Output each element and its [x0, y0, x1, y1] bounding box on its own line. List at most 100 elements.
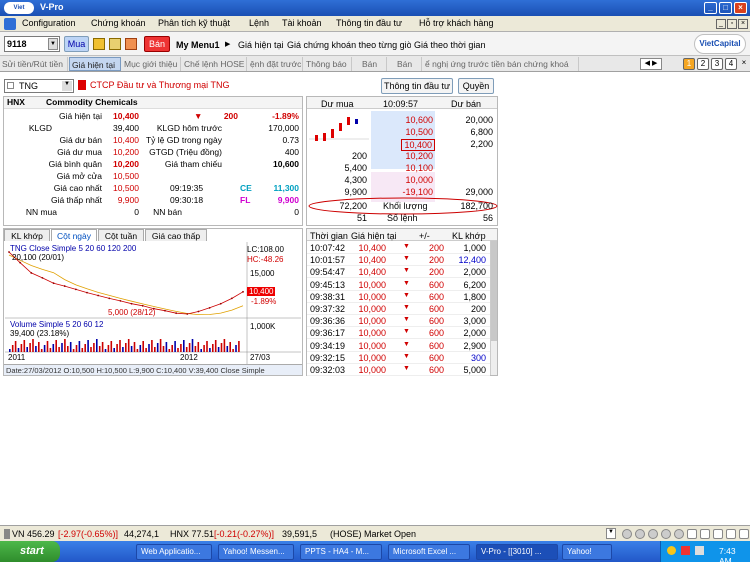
maximize-button[interactable]: □: [719, 2, 732, 14]
tab-advance-orders[interactable]: ệnh đặt trước: [248, 57, 303, 71]
table-row[interactable]: 09:45:13 10,000 ▼ 600 6,200: [307, 279, 490, 291]
info-header: HNX Commodity Chemicals: [4, 97, 302, 109]
network-tray-icon[interactable]: [695, 546, 704, 555]
volume-bar: [87, 340, 89, 352]
page-3-button[interactable]: 3: [711, 58, 723, 70]
table-row[interactable]: 09:37:32 10,000 ▼ 600 200: [307, 303, 490, 315]
tab-intro[interactable]: Mục giới thiệu: [122, 57, 181, 71]
tab-notices[interactable]: Thông báo: [304, 57, 352, 71]
status-indicator-icon[interactable]: [687, 529, 697, 539]
buy-button[interactable]: Mua: [64, 36, 89, 52]
menu-configuration[interactable]: Configuration: [22, 18, 76, 28]
mdi-minimize-button[interactable]: _: [716, 19, 726, 29]
link-current-price[interactable]: Giá hiện tại: [238, 40, 284, 50]
price-level[interactable]: 10,200: [405, 151, 433, 161]
folder-icon[interactable]: [109, 38, 121, 50]
tab-weekly[interactable]: Cột tuần: [98, 229, 144, 241]
volume-bar: [35, 346, 37, 352]
table-row[interactable]: 10:07:42 10,400 ▼ 200 1,000: [307, 242, 490, 254]
mdi-restore-button[interactable]: ▫: [727, 19, 737, 29]
link-price-by-time[interactable]: Giá theo thời gian: [414, 40, 485, 50]
table-row[interactable]: 09:38:31 10,000 ▼ 600 1,800: [307, 291, 490, 303]
menu-investment-info[interactable]: Thông tin đầu tư: [336, 18, 402, 28]
status-indicator-icon[interactable]: [726, 529, 736, 539]
table-row[interactable]: 10:01:57 10,400 ▼ 200 12,400: [307, 254, 490, 267]
status-indicator-icon[interactable]: [622, 529, 632, 539]
chart-footer: Date:27/03/2012 O:10,500 H:10,500 L:9,90…: [4, 364, 302, 375]
table-row[interactable]: 09:32:03 10,000 ▼ 600 5,000: [307, 364, 490, 376]
task-excel[interactable]: Microsoft Excel ...: [388, 544, 470, 560]
scrollbar[interactable]: [490, 241, 497, 375]
chevron-down-icon[interactable]: ▼: [606, 528, 616, 539]
tab-daily[interactable]: Cột ngày: [51, 229, 97, 241]
status-indicator-icon[interactable]: [700, 529, 710, 539]
symbol-select[interactable]: TNG ▼: [4, 79, 74, 93]
page-2-button[interactable]: 2: [697, 58, 709, 70]
tab-matched-volume[interactable]: KL khớp: [4, 229, 50, 241]
menu-support[interactable]: Hỗ trợ khách hàng: [419, 18, 493, 28]
volume-bar: [226, 346, 229, 352]
close-tab-icon[interactable]: ×: [739, 58, 749, 70]
status-indicator-icon[interactable]: [661, 529, 671, 539]
chevron-down-icon[interactable]: ▼: [62, 81, 72, 91]
table-row[interactable]: 09:36:17 10,000 ▼ 600 2,000: [307, 327, 490, 340]
table-row[interactable]: 09:34:19 10,000 ▼ 600 2,900: [307, 340, 490, 352]
page-1-button[interactable]: 1: [683, 58, 695, 70]
tab-deposit-withdraw[interactable]: Sửi tiền/Rút tiền: [0, 57, 68, 71]
tab-hose-orders[interactable]: Chế lệnh HOSE: [182, 57, 247, 71]
table-row[interactable]: 09:32:15 10,000 ▼ 600 300: [307, 352, 490, 364]
tab-high-low[interactable]: Giá cao thấp: [145, 229, 207, 241]
antivirus-tray-icon[interactable]: [681, 546, 690, 555]
chevron-down-icon[interactable]: ▼: [48, 38, 58, 50]
table-row[interactable]: 09:36:36 10,000 ▼ 600 3,000: [307, 315, 490, 328]
mdi-close-button[interactable]: ×: [738, 19, 748, 29]
tab-sell-1[interactable]: Bán: [353, 57, 387, 71]
price-level[interactable]: 10,400: [401, 139, 435, 151]
minimize-button[interactable]: _: [704, 2, 717, 14]
task-web-app[interactable]: Web Applicatio...: [136, 544, 212, 560]
tab-sell-2[interactable]: Bán: [388, 57, 422, 71]
status-indicator-icon[interactable]: [648, 529, 658, 539]
close-button[interactable]: ×: [734, 2, 747, 14]
menu-orders[interactable]: Lệnh: [249, 18, 269, 28]
close-point: [108, 297, 111, 300]
link-price-by-hour[interactable]: Giá chứng khoán theo từng giờ: [287, 40, 411, 50]
price-level[interactable]: 10,000: [405, 175, 433, 185]
order-icon[interactable]: [125, 38, 137, 50]
trade-price: 10,000: [358, 328, 386, 339]
trade-volume: 3,000: [463, 316, 486, 327]
price-level[interactable]: 10,500: [405, 127, 433, 137]
menu-technical-analysis[interactable]: Phân tích kỹ thuật: [158, 18, 230, 28]
task-vpro[interactable]: V-Pro - [[3010] ...: [476, 544, 558, 560]
down-arrow-icon: ▼: [403, 291, 410, 299]
my-menu-label[interactable]: My Menu1: [176, 40, 220, 50]
account-select[interactable]: 9118 ▼: [4, 36, 60, 52]
investment-info-button[interactable]: Thông tin đầu tư: [381, 78, 453, 94]
chevron-right-icon[interactable]: ▶: [225, 40, 230, 48]
status-indicator-icon[interactable]: [739, 529, 749, 539]
menu-account[interactable]: Tài khoản: [282, 18, 322, 28]
task-yahoo[interactable]: Yahoo!: [562, 544, 612, 560]
report-icon[interactable]: [93, 38, 105, 50]
price-level[interactable]: -19,100: [402, 187, 433, 197]
page-4-button[interactable]: 4: [725, 58, 737, 70]
price-level[interactable]: 10,100: [405, 163, 433, 173]
start-button[interactable]: start: [0, 541, 60, 562]
tab-scroll-arrows[interactable]: ◀ ▶: [640, 58, 662, 70]
sell-button[interactable]: Bán: [144, 36, 170, 52]
task-yahoo-messenger[interactable]: Yahoo! Messen...: [218, 544, 294, 560]
task-ppts[interactable]: PPTS - HA4 - M...: [300, 544, 382, 560]
yahoo-tray-icon[interactable]: [667, 546, 676, 555]
status-indicator-icon[interactable]: [635, 529, 645, 539]
label-order-count: Số lệnh: [387, 213, 418, 223]
scrollbar-thumb[interactable]: [491, 241, 497, 341]
menu-securities[interactable]: Chứng khoán: [91, 18, 146, 28]
status-indicator-icon[interactable]: [713, 529, 723, 539]
rights-button[interactable]: Quyền: [458, 78, 494, 94]
status-indicator-icon[interactable]: [674, 529, 684, 539]
tab-cash-advance[interactable]: ể nghị ứng trước tiền bán chứng khoá: [423, 57, 579, 71]
table-row[interactable]: 09:54:47 10,400 ▼ 200 2,000: [307, 266, 490, 279]
price-level[interactable]: 10,600: [405, 115, 433, 125]
tab-current-price[interactable]: Giá hiện tại: [69, 57, 121, 71]
total-bid-volume: 72,200: [339, 201, 367, 211]
